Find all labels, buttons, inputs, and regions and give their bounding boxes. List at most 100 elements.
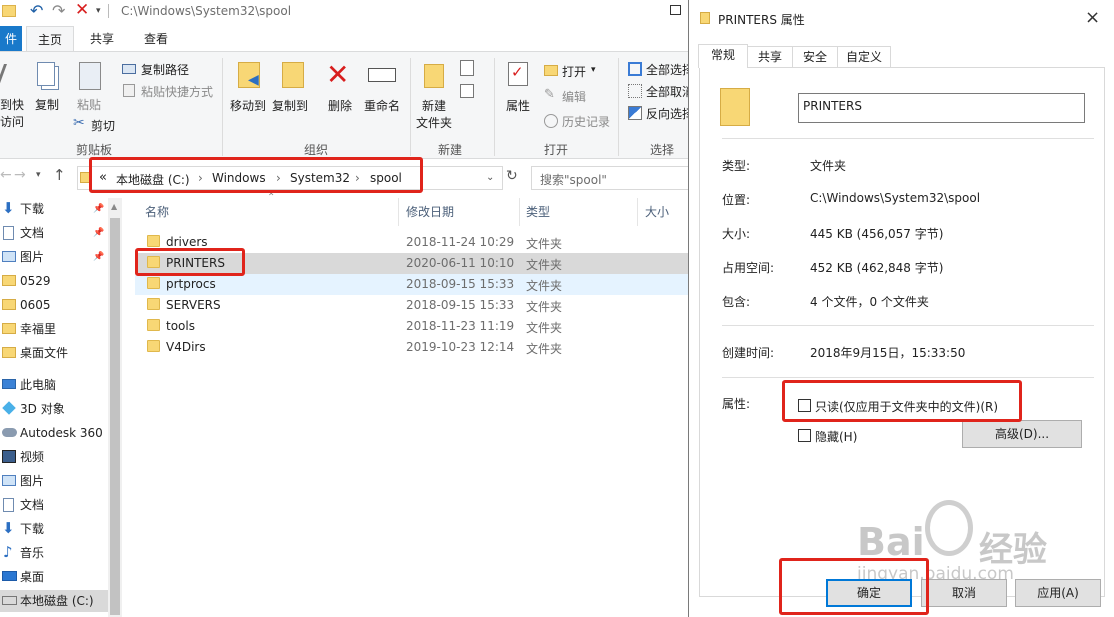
sort-up-icon: ⌃ <box>267 192 276 203</box>
file-row[interactable]: SERVERS 2018-09-15 15:33 文件夹 <box>135 295 688 316</box>
nav-item[interactable]: 此电脑 <box>0 374 120 396</box>
rename-button[interactable]: 重命名 <box>364 97 400 114</box>
select-all-button[interactable]: 全部选择 <box>646 61 688 78</box>
scroll-thumb[interactable] <box>110 218 120 615</box>
apply-button[interactable]: 应用(A) <box>1015 579 1101 607</box>
tab-security[interactable]: 安全 <box>792 46 838 68</box>
tab-sharing[interactable]: 共享 <box>747 46 793 68</box>
paste-button[interactable]: 粘贴 <box>77 96 101 113</box>
forward-arrow-icon[interactable]: → <box>14 167 26 183</box>
tab-customize[interactable]: 自定义 <box>837 46 891 68</box>
refresh-icon[interactable]: ↻ <box>506 168 518 184</box>
tab-home[interactable]: 主页 <box>26 26 74 52</box>
breadcrumb-spool[interactable]: spool <box>370 171 402 185</box>
column-header-modified[interactable]: 修改日期 <box>406 203 454 220</box>
select-none-button[interactable]: 全部取消 <box>646 83 688 100</box>
properties-button[interactable]: 属性 <box>506 97 530 114</box>
copy-to-button[interactable]: 复制到 <box>272 97 308 114</box>
nav-item-label: 桌面 <box>20 570 45 584</box>
breadcrumb-windows[interactable]: Windows <box>212 171 266 185</box>
nav-item[interactable]: 幸福里 <box>0 318 120 340</box>
advanced-button[interactable]: 高级(D)... <box>962 420 1082 448</box>
file-row[interactable]: prtprocs 2018-09-15 15:33 文件夹 <box>135 274 688 295</box>
file-row[interactable]: tools 2018-11-23 11:19 文件夹 <box>135 316 688 337</box>
scroll-up-icon[interactable]: ▲ <box>111 202 117 211</box>
address-dropdown-icon[interactable]: ⌄ <box>486 172 494 183</box>
tab-view[interactable]: 查看 <box>134 26 178 52</box>
column-header-type[interactable]: 类型 <box>526 203 550 220</box>
pin-to-quick-access-label2[interactable]: 访问 <box>0 113 24 130</box>
new-folder-label1[interactable]: 新建 <box>422 97 446 114</box>
nav-item[interactable]: 图片 📌 <box>0 246 120 268</box>
copy-path-button[interactable]: 复制路径 <box>141 61 189 78</box>
column-header-size[interactable]: 大小 <box>645 203 669 220</box>
back-arrow-icon[interactable]: ← <box>0 167 12 183</box>
tab-share[interactable]: 共享 <box>80 26 124 52</box>
nav-item[interactable]: ⬇ 下载 <box>0 518 120 540</box>
history-button[interactable]: 历史记录 <box>562 113 610 130</box>
hidden-label[interactable]: 隐藏(H) <box>815 428 857 445</box>
file-name: drivers <box>166 235 208 249</box>
open-dropdown-icon[interactable]: ▾ <box>591 65 596 75</box>
file-row[interactable]: drivers 2018-11-24 10:29 文件夹 <box>135 232 688 253</box>
folder-name-input[interactable]: PRINTERS <box>798 93 1085 123</box>
nav-item[interactable]: 文档 <box>0 494 120 516</box>
nav-item-label: 0529 <box>20 274 51 288</box>
folder-icon <box>147 319 160 331</box>
close-icon[interactable]: × <box>1085 7 1100 28</box>
cancel-button[interactable]: 取消 <box>921 579 1007 607</box>
redo-icon[interactable]: ↷ <box>52 1 65 20</box>
breadcrumb-overflow[interactable]: « <box>99 170 107 185</box>
hidden-checkbox[interactable] <box>798 429 811 442</box>
breadcrumb-local-disk[interactable]: 本地磁盘 (C:) <box>116 171 190 188</box>
created-value: 2018年9月15日，15:33:50 <box>810 346 966 360</box>
nav-item-label: 图片 <box>20 250 45 264</box>
maximize-icon[interactable] <box>670 5 681 15</box>
nav-scrollbar[interactable]: ▲ <box>108 198 122 617</box>
nav-item[interactable]: 3D 对象 <box>0 398 120 420</box>
delete-x-icon[interactable]: ✕ <box>75 0 89 20</box>
folder-icon <box>147 256 160 268</box>
recent-dropdown-icon[interactable]: ▾ <box>36 170 41 180</box>
nav-item[interactable]: Autodesk 360 <box>0 422 120 444</box>
nav-item[interactable]: 0529 <box>0 270 120 292</box>
tab-general[interactable]: 常规 <box>698 44 748 68</box>
tab-file[interactable]: 件 <box>0 26 22 52</box>
nav-item[interactable]: 视频 <box>0 446 120 468</box>
readonly-checkbox[interactable] <box>798 399 811 412</box>
paste-shortcut-button[interactable]: 粘贴快捷方式 <box>141 83 213 100</box>
new-folder-label2[interactable]: 文件夹 <box>416 114 452 131</box>
invert-selection-button[interactable]: 反向选择 <box>646 105 688 122</box>
nav-item[interactable]: 0605 <box>0 294 120 316</box>
ribbon-tabs: 件 主页 共享 查看 <box>0 26 688 52</box>
undo-icon[interactable]: ↶ <box>30 1 43 20</box>
pin-icon <box>0 64 15 86</box>
address-bar[interactable]: « 本地磁盘 (C:) › Windows › System32 › spool… <box>77 166 503 190</box>
file-row[interactable]: V4Dirs 2019-10-23 12:14 文件夹 <box>135 337 688 358</box>
file-name: SERVERS <box>166 298 221 312</box>
edit-button[interactable]: 编辑 <box>562 88 586 105</box>
file-row[interactable]: PRINTERS 2020-06-11 10:10 文件夹 <box>135 253 688 274</box>
ok-button[interactable]: 确定 <box>826 579 912 607</box>
copy-button[interactable]: 复制 <box>35 96 59 113</box>
cut-button[interactable]: 剪切 <box>91 117 115 134</box>
nav-item[interactable]: 图片 <box>0 470 120 492</box>
breadcrumb-system32[interactable]: System32 <box>290 171 350 185</box>
nav-item[interactable]: ⬇ 下载 📌 <box>0 198 120 220</box>
move-to-button[interactable]: 移动到 <box>230 97 266 114</box>
delete-button[interactable]: 删除 <box>328 97 352 114</box>
nav-item[interactable]: ♪ 音乐 <box>0 542 120 564</box>
readonly-label[interactable]: 只读(仅应用于文件夹中的文件)(R) <box>815 398 998 415</box>
column-divider <box>637 198 638 226</box>
nav-item[interactable]: 本地磁盘 (C:) <box>0 590 120 612</box>
search-input[interactable]: 搜索"spool" <box>531 166 688 190</box>
nav-item[interactable]: 桌面 <box>0 566 120 588</box>
folder-icon <box>2 5 16 17</box>
open-button[interactable]: 打开 <box>562 63 586 80</box>
nav-item[interactable]: 桌面文件 <box>0 342 120 364</box>
up-arrow-icon[interactable]: ↑ <box>53 166 66 184</box>
quick-access-dropdown-icon[interactable]: ▾ <box>96 6 101 16</box>
pin-to-quick-access-label1[interactable]: 到快 <box>0 96 24 113</box>
column-header-name[interactable]: 名称 <box>145 203 169 220</box>
nav-item[interactable]: 文档 📌 <box>0 222 120 244</box>
